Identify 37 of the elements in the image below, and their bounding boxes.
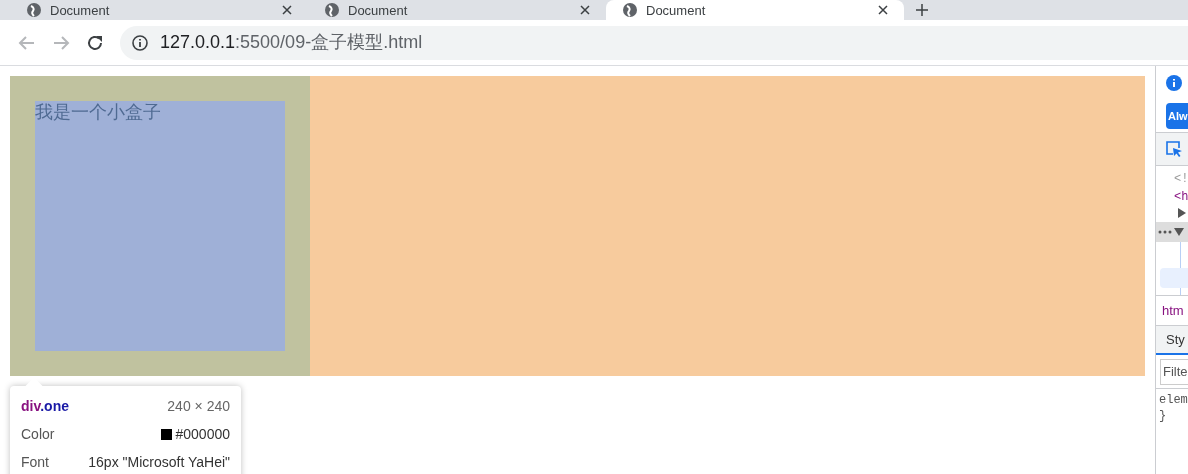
element-size: 240 × 240	[167, 397, 230, 416]
page-icon	[26, 2, 42, 18]
browser-tab[interactable]: Document	[606, 0, 904, 20]
url-text: 127.0.0.1:5500/09-盒子模型.html	[160, 31, 423, 54]
close-icon[interactable]	[282, 5, 292, 15]
property-value: 16px "Microsoft YaHei"	[88, 453, 230, 472]
page-icon	[324, 2, 340, 18]
tab-title: Document	[646, 3, 707, 17]
filter-field[interactable]: Filte	[1160, 358, 1188, 385]
html-line: <h	[1174, 189, 1188, 206]
expand-arrow-icon[interactable]	[1178, 208, 1186, 218]
selected-node-row[interactable]	[1156, 222, 1188, 242]
hover-highlight	[1160, 268, 1188, 288]
element-selector: div.one	[21, 397, 69, 416]
property-label: Color	[21, 425, 55, 444]
style-rule-line: elem	[1159, 392, 1188, 408]
styles-tab[interactable]: Sty	[1156, 327, 1188, 355]
collapse-arrow-icon[interactable]	[1174, 228, 1184, 236]
address-bar[interactable]: 127.0.0.1:5500/09-盒子模型.html	[120, 25, 1188, 60]
close-icon[interactable]	[878, 5, 888, 15]
reload-icon[interactable]	[86, 33, 104, 52]
new-tab-icon[interactable]	[916, 4, 928, 16]
property-value: #000000	[175, 425, 230, 444]
property-label: Font	[21, 453, 49, 472]
tab-title: Document	[348, 3, 409, 17]
close-icon[interactable]	[580, 5, 590, 15]
more-icon[interactable]	[1158, 230, 1172, 234]
inspect-icon[interactable]	[1165, 140, 1183, 158]
html-line: <!	[1174, 171, 1188, 188]
page-icon	[622, 2, 638, 18]
style-rule-line: }	[1159, 408, 1168, 424]
breadcrumb-text[interactable]: htm	[1162, 300, 1184, 321]
box-text: 我是一个小盒子	[35, 103, 161, 121]
always-match-button[interactable]: Alw	[1166, 103, 1188, 129]
tab-title: Document	[50, 3, 111, 17]
info-icon	[1166, 75, 1182, 91]
info-icon	[132, 34, 148, 51]
